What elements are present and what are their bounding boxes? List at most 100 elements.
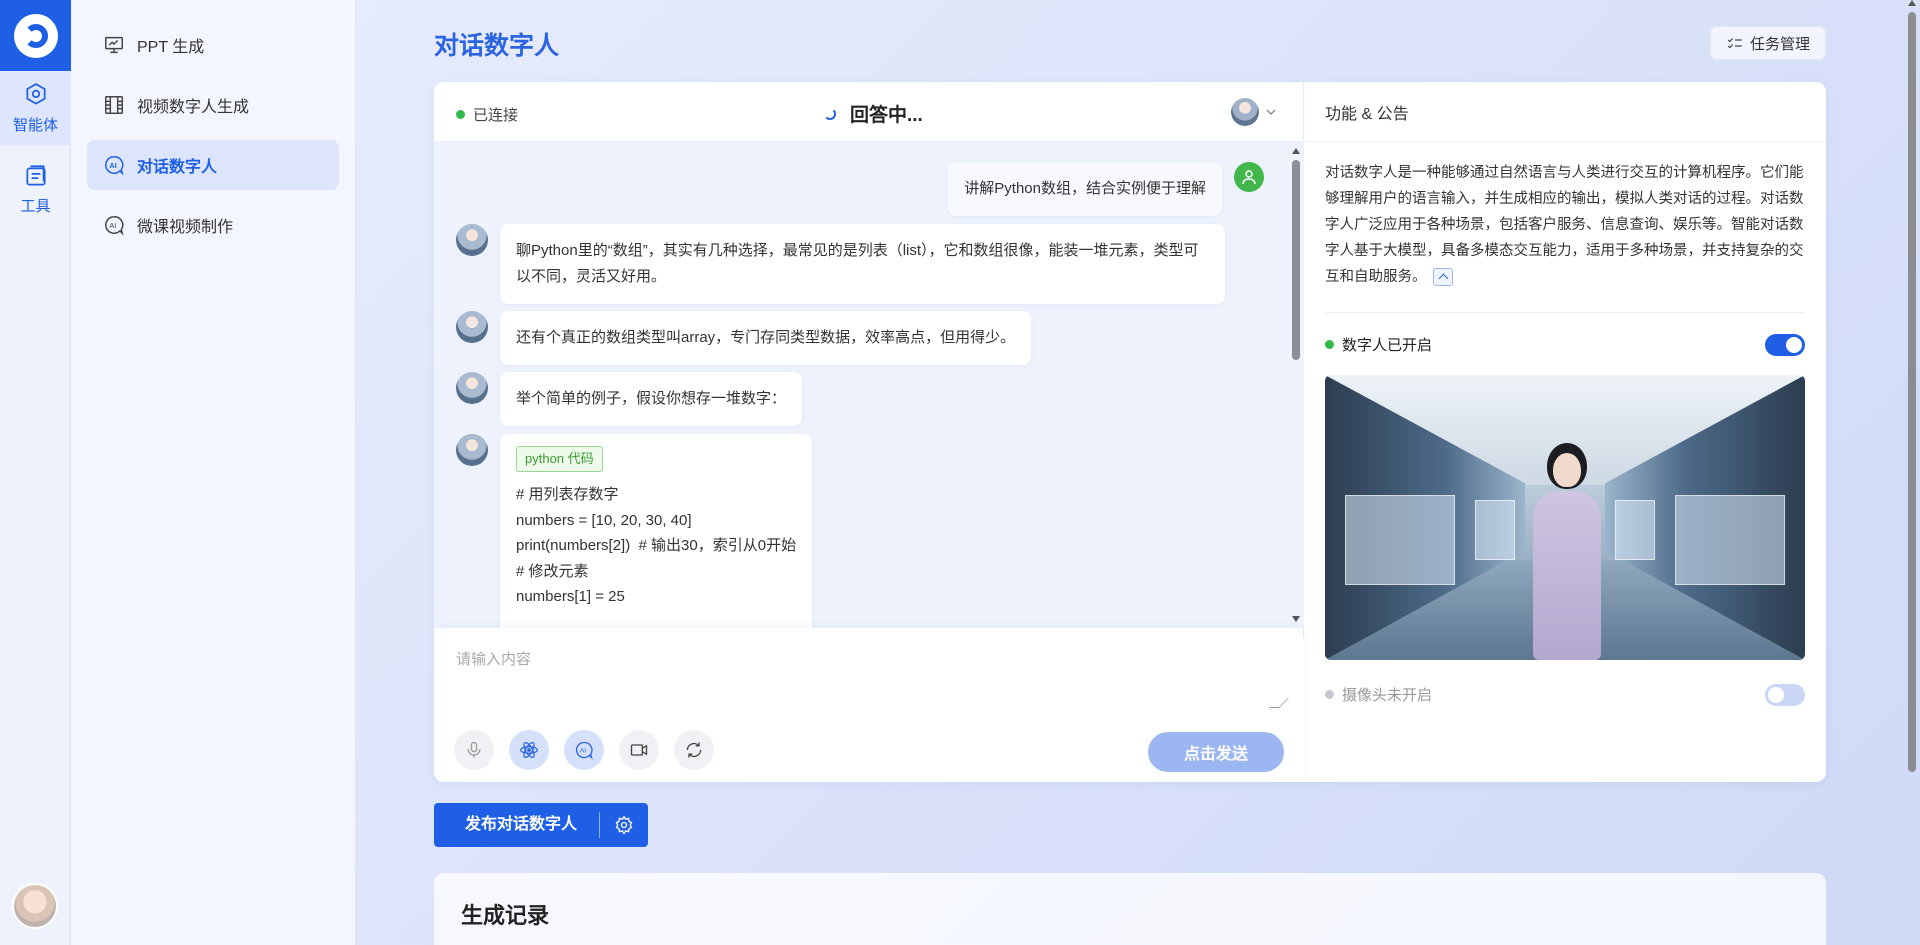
- scroll-up-icon[interactable]: [1908, 0, 1916, 6]
- bot-avatar: [456, 372, 488, 404]
- digital-human-label: 数字人已开启: [1342, 337, 1433, 354]
- message-bot-code: python 代码 # 用列表存数字 numbers = [10, 20, 30…: [456, 434, 813, 628]
- answering-text: 回答中...: [850, 105, 923, 126]
- camera-label: 摄像头未开启: [1342, 687, 1433, 704]
- composer: AI 点击发送: [434, 628, 1304, 782]
- scroll-up-icon[interactable]: [1292, 148, 1300, 154]
- status-dot: [456, 110, 465, 119]
- code-language-tag: python 代码: [516, 446, 603, 472]
- app-logo[interactable]: [0, 0, 71, 71]
- nav-item-label: 对话数字人: [137, 159, 218, 176]
- svg-text:AI: AI: [580, 748, 586, 755]
- publish-group: 发布对话数字人: [434, 803, 649, 847]
- info-panel-title: 功能 & 公告: [1305, 82, 1826, 142]
- video-camera-icon: [630, 744, 648, 756]
- status-text: 已连接: [473, 107, 519, 124]
- main-card: 已连接 回答中... 讲解Python数组，结合实例便于理解 聊Python里的…: [434, 82, 1826, 782]
- collapse-button[interactable]: [1432, 268, 1453, 287]
- checklist-icon: [1727, 38, 1742, 49]
- code-line: numbers = [10, 20, 30, 40]: [516, 511, 692, 529]
- description: 对话数字人是一种能够通过自然语言与人类进行交互的计算机程序。它们能够理解用户的语…: [1325, 160, 1805, 290]
- user-message-avatar: [1234, 162, 1264, 192]
- gear-icon: [615, 815, 633, 835]
- svg-text:AI: AI: [109, 221, 116, 230]
- status-dot: [1325, 690, 1334, 699]
- chat-scrollbar[interactable]: [1292, 148, 1300, 622]
- description-text: 对话数字人是一种能够通过自然语言与人类进行交互的计算机程序。它们能够理解用户的语…: [1325, 165, 1804, 285]
- ai-mode-button[interactable]: AI: [564, 730, 604, 770]
- records-title: 生成记录: [461, 903, 550, 928]
- rail-item-agent[interactable]: 智能体: [0, 71, 71, 145]
- message-user: 讲解Python数组，结合实例便于理解: [948, 162, 1264, 216]
- send-button[interactable]: 点击发送: [1148, 732, 1284, 772]
- video-button[interactable]: [619, 730, 659, 770]
- sub-navigation: PPT 生成 视频数字人生成 AI 对话数字人 AI 微课视频制作: [71, 0, 356, 945]
- publish-settings-button[interactable]: [600, 815, 648, 835]
- records-section: 生成记录: [434, 873, 1826, 945]
- film-icon: [105, 96, 123, 114]
- nav-item-chat-human[interactable]: AI 对话数字人: [87, 140, 339, 190]
- page-scrollbar[interactable]: [1906, 0, 1918, 945]
- nav-item-ppt[interactable]: PPT 生成: [87, 20, 339, 70]
- nav-item-video-human[interactable]: 视频数字人生成: [87, 80, 339, 130]
- message-input[interactable]: [456, 648, 1276, 704]
- task-management-button[interactable]: 任务管理: [1710, 26, 1826, 60]
- rail-item-tools[interactable]: 工具: [0, 152, 71, 226]
- chevron-down-icon: [1266, 109, 1276, 115]
- divider: [1325, 312, 1805, 313]
- message-bubble: 还有个真正的数组类型叫array，专门存同类型数据，效率高点，但用得少。: [500, 311, 1032, 365]
- bot-avatar: [456, 224, 488, 256]
- message-bot: 举个简单的例子，假设你想存一堆数字：: [456, 372, 803, 426]
- agent-icon: [25, 82, 46, 105]
- publish-button[interactable]: 发布对话数字人: [434, 812, 601, 838]
- ai-chat-icon: AI: [105, 156, 124, 176]
- tools-icon: [25, 164, 46, 186]
- camera-toggle[interactable]: [1765, 683, 1805, 706]
- user-icon: [1242, 170, 1256, 185]
- scroll-down-icon[interactable]: [1292, 616, 1300, 622]
- digital-human-toggle-row: 数字人已开启: [1325, 333, 1805, 356]
- camera-toggle-row: 摄像头未开启: [1325, 683, 1805, 706]
- message-bubble: 讲解Python数组，结合实例便于理解: [948, 162, 1222, 216]
- rail-item-label: 智能体: [12, 116, 58, 134]
- logo-icon: [13, 13, 58, 58]
- nav-item-micro-course[interactable]: AI 微课视频制作: [87, 200, 339, 250]
- model-button[interactable]: [509, 730, 549, 770]
- digital-human-toggle[interactable]: [1765, 333, 1805, 356]
- refresh-icon: [686, 742, 702, 758]
- page-title: 对话数字人: [434, 32, 560, 60]
- bot-avatar: [456, 434, 488, 466]
- message-bot: 聊Python里的“数组”，其实有几种选择，最常见的是列表（list），它和数组…: [456, 224, 1225, 304]
- connection-status: 已连接: [456, 104, 518, 125]
- message-list[interactable]: 讲解Python数组，结合实例便于理解 聊Python里的“数组”，其实有几种选…: [434, 142, 1304, 628]
- code-line: # 用列表存数字: [516, 486, 619, 503]
- scroll-thumb[interactable]: [1292, 160, 1300, 360]
- code-line: numbers[1] = 25: [516, 588, 625, 605]
- message-bubble: 聊Python里的“数组”，其实有几种选择，最常见的是列表（list），它和数组…: [500, 224, 1225, 304]
- digital-human-selector[interactable]: [1231, 98, 1277, 126]
- message-bubble: 举个简单的例子，假设你想存一堆数字：: [500, 372, 803, 426]
- svg-text:AI: AI: [109, 161, 116, 170]
- answering-indicator: 回答中...: [824, 100, 923, 127]
- digital-human-figure: [1525, 453, 1609, 660]
- nav-item-label: 视频数字人生成: [137, 99, 250, 116]
- code-line: print(numbers[2]) # 输出30，索引从0开始: [516, 537, 797, 554]
- nav-item-label: PPT 生成: [137, 39, 205, 56]
- user-avatar[interactable]: [12, 883, 58, 929]
- digital-human-video[interactable]: [1325, 375, 1805, 660]
- refresh-button[interactable]: [674, 730, 714, 770]
- ai-icon: AI: [575, 741, 593, 760]
- microphone-button[interactable]: [454, 730, 494, 770]
- atom-icon: [520, 741, 538, 759]
- ai-chat-icon: AI: [105, 216, 124, 236]
- page-scroll-thumb[interactable]: [1908, 12, 1916, 772]
- code-bubble: python 代码 # 用列表存数字 numbers = [10, 20, 30…: [500, 434, 813, 628]
- left-rail: 智能体 工具: [0, 0, 71, 945]
- status-dot: [1325, 340, 1334, 349]
- nav-item-label: 微课视频制作: [137, 219, 234, 236]
- bot-avatar: [456, 311, 488, 343]
- chat-header: 已连接 回答中...: [434, 82, 1303, 142]
- chat-panel: 已连接 回答中... 讲解Python数组，结合实例便于理解 聊Python里的…: [434, 82, 1304, 782]
- microphone-icon: [467, 741, 481, 758]
- code-line: # 修改元素: [516, 562, 589, 580]
